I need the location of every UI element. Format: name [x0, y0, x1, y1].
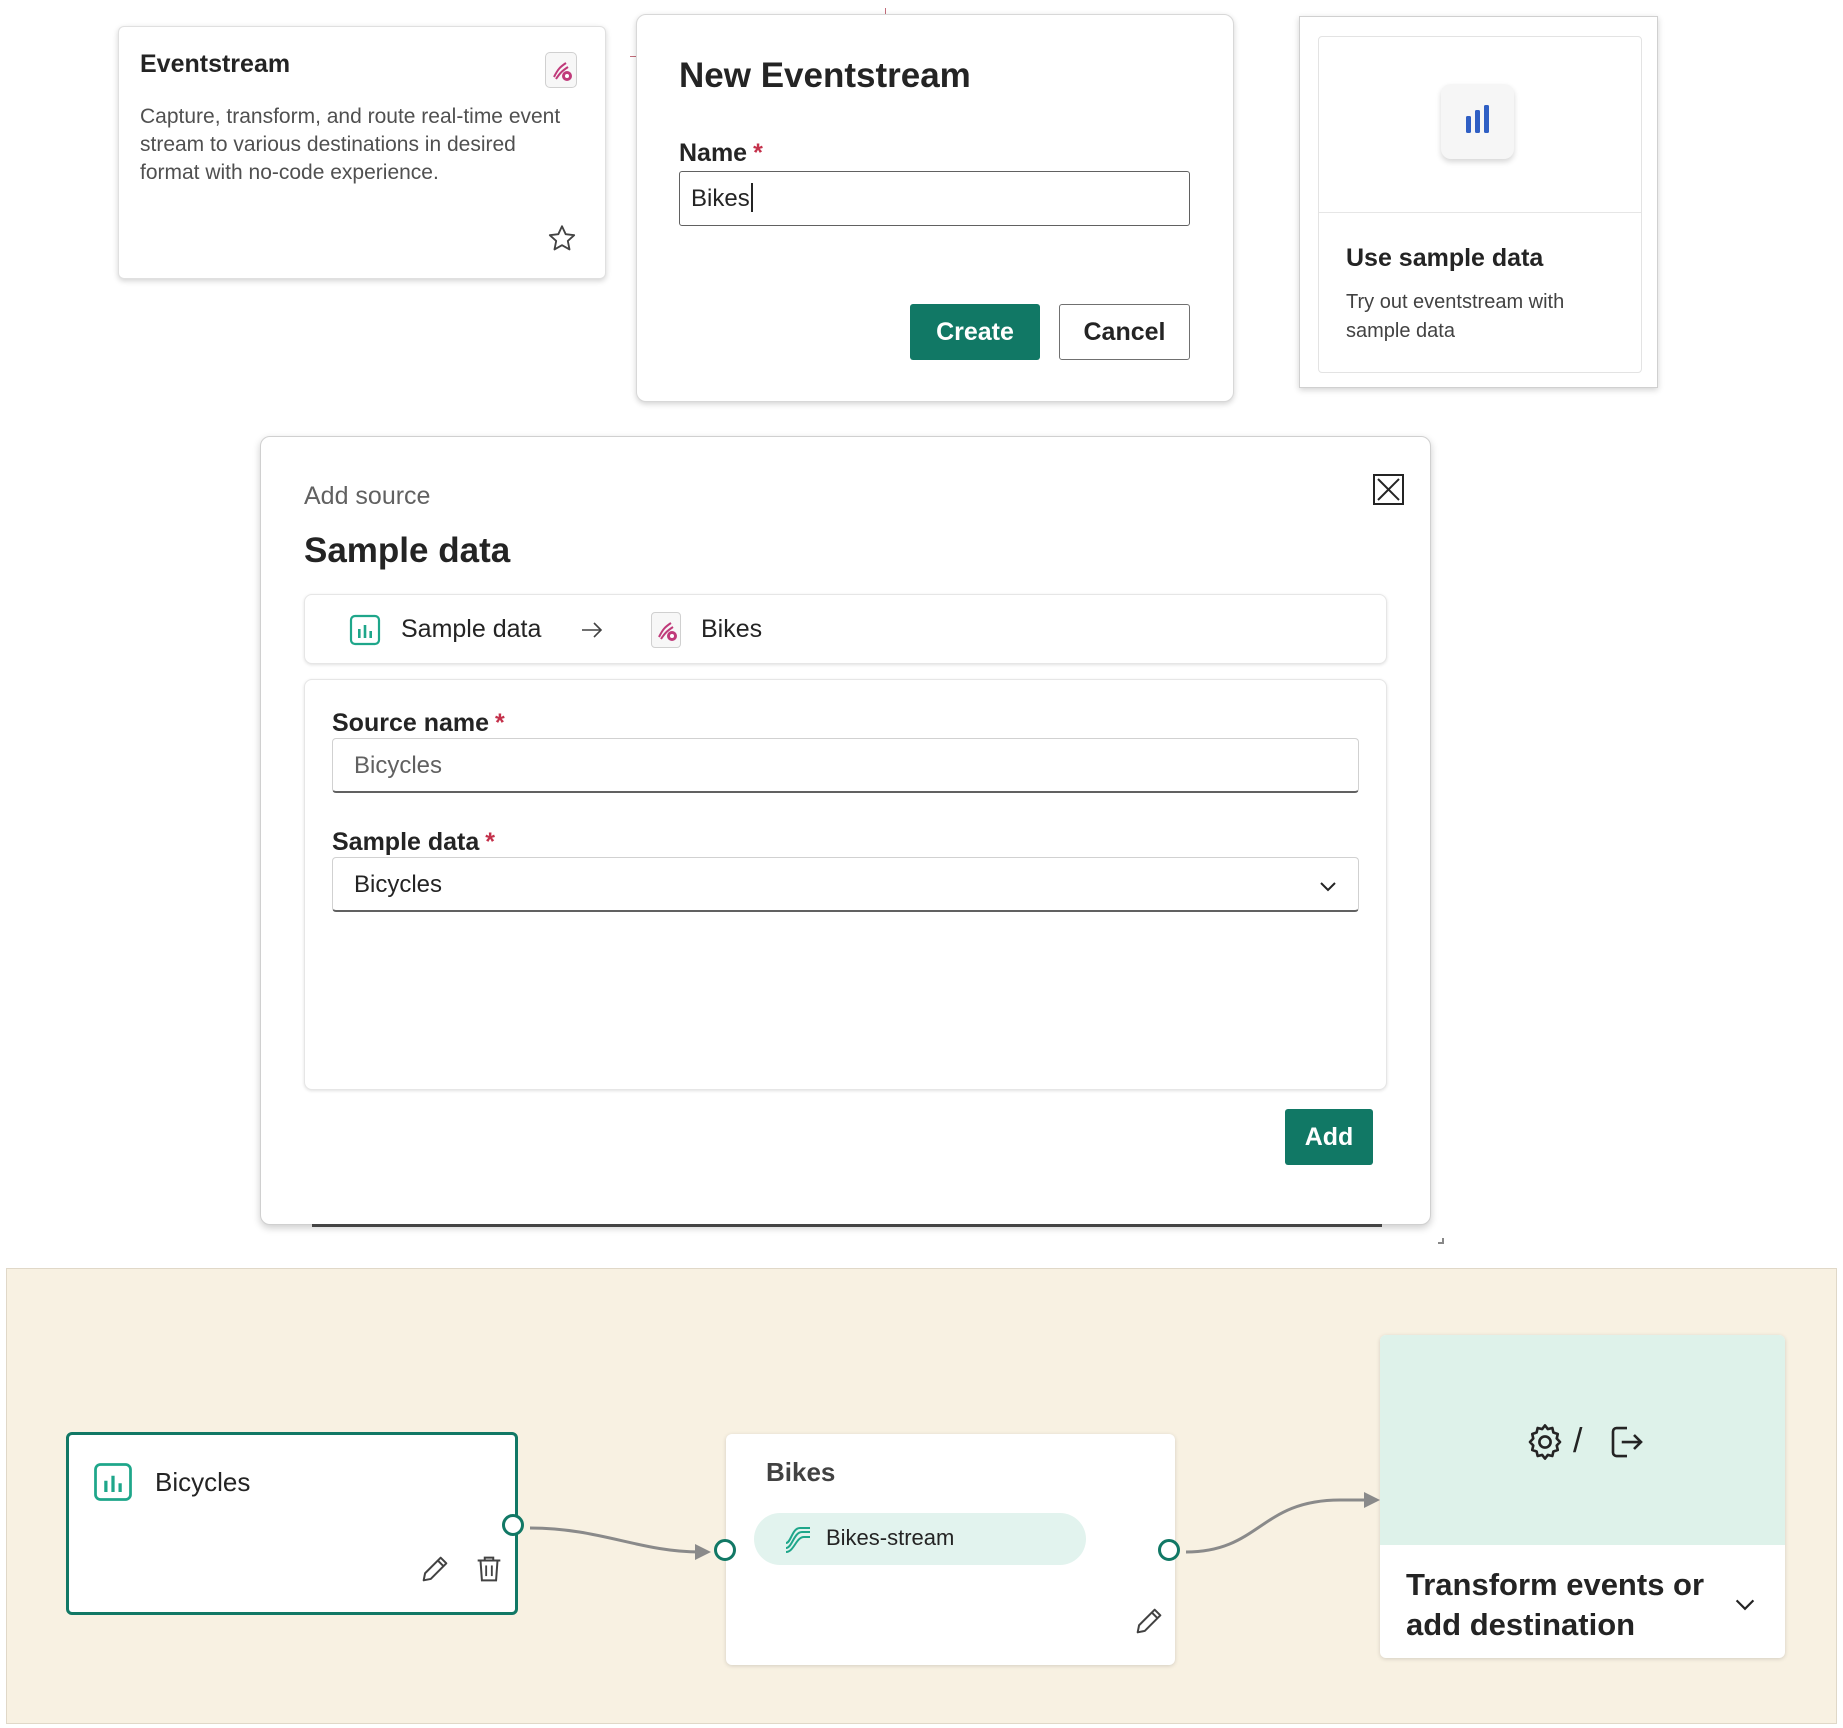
sample-data-icon [349, 614, 381, 646]
star-icon[interactable] [545, 222, 579, 256]
trash-icon[interactable] [472, 1552, 506, 1586]
stream-node-title: Bikes [766, 1457, 836, 1487]
sample-data-icon [93, 1462, 133, 1502]
use-sample-data-title: Use sample data [1346, 244, 1544, 272]
name-input[interactable]: Bikes [679, 171, 1190, 226]
chevron-down-icon[interactable] [1733, 1592, 1757, 1616]
sign-out-icon [1606, 1421, 1648, 1463]
bar-chart-icon [1441, 84, 1514, 159]
card-divider [1319, 212, 1641, 213]
source-name-label-text: Source name [332, 709, 490, 737]
sample-data-label-text: Sample data [332, 828, 480, 856]
transform-gear-icon [1524, 1421, 1566, 1463]
required-mark: * [485, 828, 496, 856]
eventstream-card-title: Eventstream [140, 50, 291, 78]
add-button[interactable]: Add [1285, 1109, 1373, 1165]
use-sample-data-description: Try out eventstream with sample data [1346, 291, 1565, 342]
eventstream-icon [545, 52, 577, 88]
dialog-title: New Eventstream [679, 56, 971, 95]
eventstream-card-description: Capture, transform, and route real-time … [140, 105, 561, 184]
close-icon[interactable] [1373, 474, 1404, 505]
pencil-icon[interactable] [418, 1552, 452, 1586]
pencil-icon[interactable] [1132, 1604, 1166, 1638]
required-mark: * [495, 709, 505, 737]
panel-subtitle: Add source [304, 482, 431, 510]
flow-source-label: Sample data [401, 615, 542, 643]
sample-data-dropdown[interactable]: Bicycles [332, 857, 1359, 912]
panel-title: Sample data [304, 531, 511, 570]
source-node[interactable] [66, 1432, 518, 1615]
name-label-text: Name [679, 139, 748, 167]
required-mark: * [753, 139, 763, 167]
sample-data-label: Sample data * [332, 828, 495, 857]
eventstream-icon [651, 612, 681, 648]
output-port[interactable] [502, 1514, 524, 1536]
name-input-value: Bikes [691, 185, 750, 212]
source-name-label: Source name * [332, 709, 505, 738]
flow-destination-label: Bikes [701, 615, 763, 643]
source-name-input[interactable]: Bicycles [332, 738, 1359, 793]
create-button[interactable]: Create [910, 304, 1040, 360]
arrow-right-icon [580, 618, 604, 642]
source-node-label: Bicycles [155, 1467, 251, 1497]
cancel-button[interactable]: Cancel [1059, 304, 1190, 360]
stream-icon [782, 1524, 814, 1556]
chevron-down-icon[interactable] [1318, 876, 1338, 896]
input-port[interactable] [714, 1539, 736, 1561]
name-label: Name * [679, 139, 763, 168]
stream-label: Bikes-stream [826, 1525, 955, 1550]
destination-node-header [1380, 1335, 1785, 1545]
destination-node-label: Transform events or add destination [1406, 1567, 1705, 1642]
destination-divider: / [1573, 1422, 1583, 1460]
text-caret [750, 183, 753, 212]
panel-bottom-border [312, 1224, 1382, 1227]
output-port[interactable] [1158, 1539, 1180, 1561]
resize-handle[interactable] [1438, 1238, 1444, 1244]
